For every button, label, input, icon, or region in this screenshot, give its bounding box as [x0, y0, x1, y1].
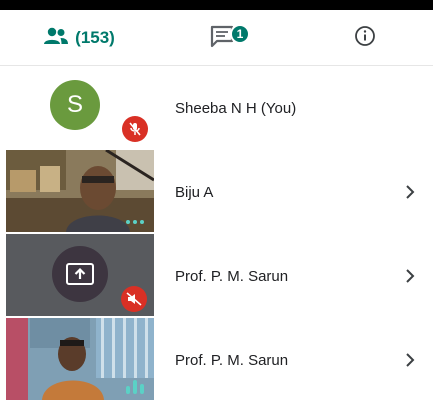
tab-people[interactable]: (153)	[8, 10, 150, 66]
present-screen-icon	[52, 246, 108, 302]
audio-level-bars	[126, 380, 144, 394]
mic-off-icon	[122, 116, 148, 142]
chevron-right-icon[interactable]	[405, 150, 415, 234]
participant-row[interactable]: S Sheeba N H (You)	[0, 66, 433, 150]
info-icon	[354, 25, 376, 52]
tab-bar: (153) 1	[0, 10, 433, 74]
chat-unread-badge: 1	[230, 24, 250, 44]
chevron-right-icon[interactable]	[405, 318, 415, 401]
participant-row[interactable]: Prof. P. M. Sarun	[0, 318, 433, 401]
people-count: (153)	[75, 28, 115, 47]
participant-name: Prof. P. M. Sarun	[175, 351, 289, 369]
audio-level-dots	[126, 220, 144, 224]
avatar: S	[50, 80, 100, 130]
status-bar	[0, 0, 433, 10]
participant-tile: S	[6, 66, 154, 148]
tab-info[interactable]	[296, 10, 433, 66]
participant-name: Prof. P. M. Sarun	[175, 267, 289, 285]
participant-video	[6, 318, 154, 400]
participant-name: Sheeba N H (You)	[175, 99, 297, 117]
chevron-right-icon[interactable]	[405, 234, 415, 318]
participant-name: Biju A	[175, 183, 214, 201]
tab-chat[interactable]	[150, 10, 296, 66]
participant-row[interactable]: Prof. P. M. Sarun	[0, 234, 433, 318]
participant-video	[6, 150, 154, 232]
people-icon	[43, 26, 69, 51]
speaker-off-icon	[121, 286, 147, 312]
participant-tile	[6, 234, 154, 316]
participant-row[interactable]: Biju A	[0, 150, 433, 234]
